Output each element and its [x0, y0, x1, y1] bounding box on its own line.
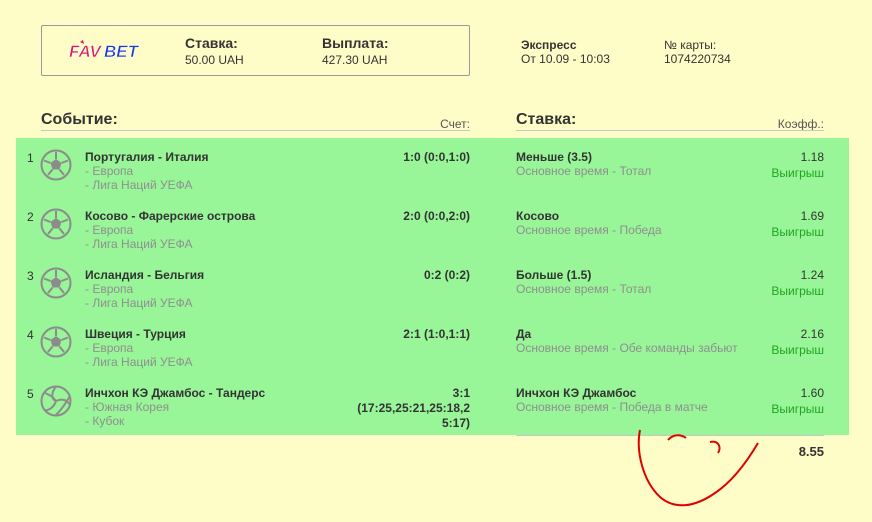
stake-label: Ставка:	[185, 35, 238, 51]
soccer-ball-icon	[40, 149, 72, 181]
bet-pick: Косово	[516, 209, 560, 223]
event-row: 1 Португалия - Италия - Европа - Лига На…	[16, 139, 849, 198]
handwritten-scribble	[637, 429, 759, 507]
bet-result: Выигрыш	[771, 225, 824, 239]
match-score-line: (17:25,25:21,25:18,2	[357, 401, 470, 415]
bet-market: Основное время - Победа в матче	[516, 400, 708, 414]
score-column-label: Счет:	[440, 117, 470, 131]
row-number: 2	[27, 210, 34, 224]
svg-text:FAV: FAV	[69, 42, 102, 61]
bet-coef: 1.24	[800, 268, 824, 282]
match-title: Косово - Фарерские острова	[85, 209, 256, 223]
match-region: - Европа	[85, 223, 134, 237]
match-score: 2:1 (1:0,1:1)	[403, 327, 470, 341]
coef-column-label: Коэфф.:	[777, 117, 824, 131]
bet-market: Основное время - Обе команды забьют	[516, 341, 738, 355]
bet-coef: 1.18	[800, 150, 824, 164]
match-title: Швеция - Турция	[85, 327, 186, 341]
bet-market: Основное время - Тотал	[516, 282, 652, 296]
match-score: 2:0 (0:0,2:0)	[403, 209, 470, 223]
match-league: - Лига Наций УЕФА	[85, 296, 193, 310]
payout-label: Выплата:	[322, 35, 389, 51]
bet-pick: Больше (1.5)	[516, 268, 592, 282]
match-score: 0:2 (0:2)	[423, 268, 470, 282]
card-number: 1074220734	[664, 52, 731, 66]
match-title: Португалия - Италия	[85, 150, 209, 164]
bet-divider	[516, 130, 824, 131]
match-title: Инчхон КЭ Джамбос - Тандерс	[85, 386, 266, 400]
event-row: 2 Косово - Фарерские острова - Европа - …	[16, 198, 849, 257]
bet-market: Основное время - Тотал	[516, 164, 652, 178]
stake-value: 50.00 UAH	[185, 53, 244, 67]
event-row: 3 Исландия - Бельгия - Европа - Лига Нац…	[16, 257, 849, 316]
row-number: 4	[27, 328, 34, 342]
event-row: 4 Швеция - Турция - Европа - Лига Наций …	[16, 316, 849, 375]
favbet-logo: FAV BET	[69, 40, 140, 61]
bet-pick: Меньше (3.5)	[516, 150, 592, 164]
match-league: - Лига Наций УЕФА	[85, 237, 193, 251]
soccer-ball-icon	[40, 326, 72, 358]
bet-coef: 1.69	[800, 209, 824, 223]
bet-result: Выигрыш	[771, 166, 824, 180]
bet-result: Выигрыш	[771, 284, 824, 298]
bet-coef: 2.16	[800, 327, 824, 341]
event-section-title: Событие:	[41, 111, 118, 128]
match-league: - Лига Наций УЕФА	[85, 355, 193, 369]
row-number: 1	[27, 151, 34, 165]
bet-section-title: Ставка:	[516, 111, 577, 128]
match-region: - Европа	[85, 341, 134, 355]
row-number: 3	[27, 269, 34, 283]
payout-value: 427.30 UAH	[322, 53, 388, 67]
match-title: Исландия - Бельгия	[85, 268, 205, 282]
match-region: - Южная Корея	[85, 400, 170, 414]
bet-coef: 1.60	[800, 386, 824, 400]
soccer-ball-icon	[40, 208, 72, 240]
match-league: - Лига Наций УЕФА	[85, 178, 193, 192]
bet-pick: Инчхон КЭ Джамбос	[516, 386, 637, 400]
match-region: - Европа	[85, 164, 134, 178]
bet-market: Основное время - Победа	[516, 223, 662, 237]
soccer-ball-icon	[40, 267, 72, 299]
stake-block: Ставка: 50.00 UAH	[185, 35, 244, 68]
volleyball-icon	[40, 385, 72, 417]
card-label: № карты:	[664, 38, 717, 52]
bet-pick: Да	[516, 327, 532, 341]
match-region: - Европа	[85, 282, 134, 296]
match-score-line: 3:1	[452, 386, 470, 400]
match-league: - Кубок	[85, 414, 125, 428]
payout-block: Выплата: 427.30 UAH	[322, 35, 389, 68]
bet-result: Выигрыш	[771, 343, 824, 357]
ticket-summary-box: FAV BET Ставка: 50.00 UAH Выплата: 427.3…	[41, 25, 470, 76]
bet-type-block: Экспресс От 10.09 - 10:03	[521, 38, 610, 66]
bet-type-label: Экспресс	[521, 38, 577, 52]
match-score: 3:1 (17:25,25:21,25:18,2 5:17)	[357, 386, 470, 431]
total-coefficient: 8.55	[798, 444, 824, 459]
row-number: 5	[27, 387, 34, 401]
card-block: № карты: 1074220734	[664, 38, 731, 66]
svg-text:BET: BET	[104, 42, 140, 61]
bet-date-value: От 10.09 - 10:03	[521, 52, 610, 66]
event-divider	[41, 130, 470, 131]
match-score-line: 5:17)	[441, 416, 470, 430]
bet-result: Выигрыш	[771, 402, 824, 416]
match-score: 1:0 (0:0,1:0)	[403, 150, 470, 164]
